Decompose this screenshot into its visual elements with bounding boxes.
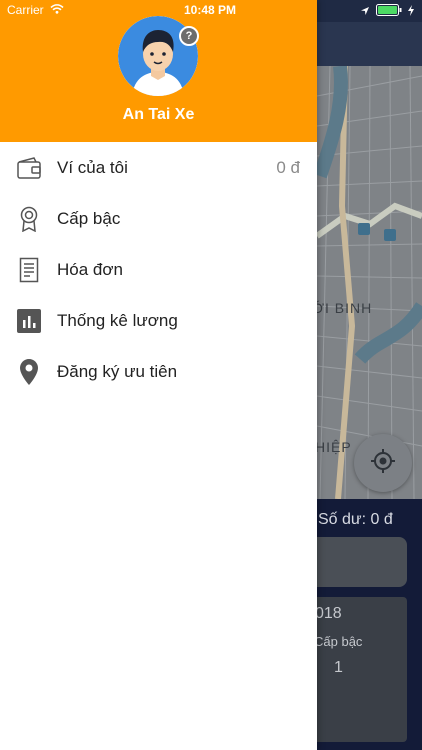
location-arrow-icon [360, 3, 370, 21]
carrier-label: Carrier [7, 3, 44, 17]
map-label-area: HIỆP [315, 439, 352, 455]
bar-chart-icon [16, 308, 42, 334]
status-bar-right [360, 3, 414, 21]
drawer-menu: Ví của tôi 0 đ Cấp bậc Hóa đơn Thống kê … [0, 142, 317, 397]
menu-item-salary-stats[interactable]: Thống kê lương [0, 295, 317, 346]
map-label-district: ỚI BINH [312, 300, 373, 316]
status-time: 10:48 PM [184, 3, 237, 17]
wifi-icon [50, 3, 64, 17]
invoice-icon [16, 257, 42, 283]
menu-item-rank[interactable]: Cấp bậc [0, 193, 317, 244]
status-bar-left: Carrier [7, 3, 64, 17]
drawer-header: Carrier 10:48 PM ? An Tai Xe [0, 0, 317, 142]
menu-label-invoice: Hóa đơn [57, 259, 123, 279]
stats-rank-label: Cấp bậc [314, 634, 363, 649]
menu-item-priority-register[interactable]: Đăng ký ưu tiên [0, 346, 317, 397]
stats-rank-value: 1 [334, 659, 343, 676]
side-drawer: Carrier 10:48 PM ? An Tai Xe Ví của tôi … [0, 0, 317, 750]
wallet-balance: 0 đ [276, 157, 300, 177]
rank-badge-icon [16, 206, 42, 232]
menu-item-invoice[interactable]: Hóa đơn [0, 244, 317, 295]
locate-me-button[interactable] [354, 434, 412, 492]
help-badge[interactable]: ? [179, 26, 199, 46]
menu-label-priority-register: Đăng ký ưu tiên [57, 361, 178, 381]
balance-text: Số dư: 0 đ [318, 511, 393, 528]
charging-icon [408, 3, 414, 21]
crosshair-icon [370, 448, 396, 479]
menu-label-wallet: Ví của tôi [57, 157, 128, 177]
menu-label-salary-stats: Thống kê lương [57, 310, 178, 330]
user-name: An Tai Xe [122, 106, 195, 123]
wallet-icon [16, 155, 42, 181]
menu-item-wallet[interactable]: Ví của tôi 0 đ [0, 142, 317, 193]
menu-label-rank: Cấp bậc [57, 208, 121, 228]
location-pin-icon [16, 358, 42, 385]
stats-year: 018 [315, 605, 342, 622]
battery-icon [376, 3, 402, 21]
